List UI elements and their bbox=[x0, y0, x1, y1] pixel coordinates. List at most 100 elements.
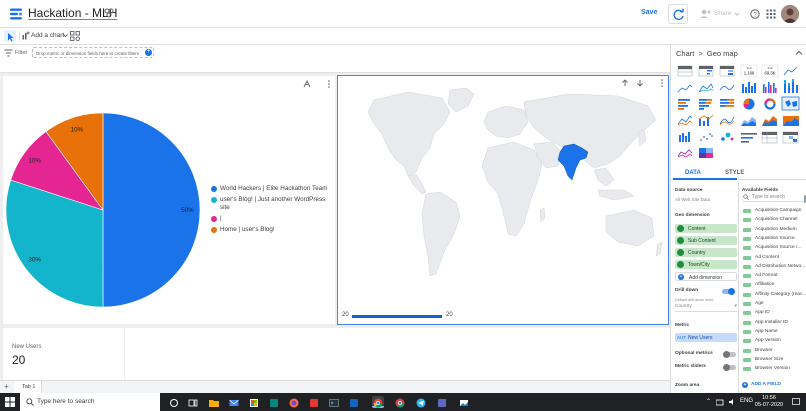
scorecard-new-users[interactable]: New Users 20 bbox=[3, 328, 124, 380]
available-field-item[interactable]: Affiliation bbox=[742, 280, 806, 289]
add-dimension-button[interactable]: + Add dimension bbox=[675, 272, 737, 281]
available-field-item[interactable]: Affinity Category (reac... bbox=[742, 290, 806, 299]
avatar[interactable] bbox=[781, 5, 799, 23]
pie-chart-card[interactable]: 50% 30% 10% 10% World Hackers | Elite Hacka… bbox=[3, 76, 335, 324]
chart-type-scorecard[interactable]: Total1,168 bbox=[740, 64, 758, 78]
add-page-icon[interactable]: + bbox=[4, 382, 9, 391]
chart-type-combo[interactable] bbox=[698, 114, 714, 126]
view-toggle-button[interactable] bbox=[668, 4, 688, 24]
chart-type-smoothed-line[interactable] bbox=[719, 116, 735, 126]
mail-icon[interactable] bbox=[228, 396, 240, 408]
chart-type-line[interactable] bbox=[677, 115, 693, 126]
chart-type-table[interactable] bbox=[677, 65, 693, 77]
field-search-input[interactable]: Type to search bbox=[742, 193, 804, 202]
tray-chevron-icon[interactable]: ⌃ bbox=[706, 398, 711, 405]
app-icon[interactable] bbox=[436, 396, 448, 408]
available-field-item[interactable]: Ad Format bbox=[742, 271, 806, 280]
available-field-item[interactable]: Acquisition Source /... bbox=[742, 243, 806, 252]
tab-data[interactable]: DATA bbox=[685, 170, 701, 176]
share-button[interactable]: Share bbox=[696, 5, 742, 23]
data-source-value[interactable]: All Web Site Data bbox=[675, 197, 710, 202]
app-icon[interactable] bbox=[308, 396, 320, 408]
chart-type-table-bars[interactable] bbox=[698, 65, 714, 77]
drill-icon[interactable] bbox=[303, 79, 311, 88]
more-vert-icon[interactable] bbox=[327, 80, 331, 88]
chrome-icon[interactable] bbox=[372, 396, 384, 408]
pie-slice[interactable] bbox=[10, 131, 104, 211]
firefox-icon[interactable] bbox=[288, 396, 300, 408]
legend-item[interactable]: user's Blog! | Just another WordPress si… bbox=[211, 196, 331, 212]
geo-dimension-chip[interactable]: Town/City bbox=[675, 260, 737, 269]
chart-type-treemap[interactable] bbox=[677, 149, 693, 158]
volume-icon[interactable] bbox=[728, 398, 736, 406]
chart-type-100-stacked-bar[interactable] bbox=[720, 99, 734, 107]
collapse-panel-icon[interactable] bbox=[795, 49, 803, 57]
add-filter-icon[interactable]: + bbox=[145, 49, 152, 56]
filter-drop-zone[interactable]: Drop metric or dimension fields here to … bbox=[32, 47, 154, 58]
available-field-item[interactable]: Acquisition Medium bbox=[742, 225, 806, 234]
legend-item[interactable]: | bbox=[211, 215, 331, 223]
chart-type-stacked-area[interactable] bbox=[762, 116, 777, 126]
chevron-down-icon[interactable] bbox=[734, 11, 740, 17]
taskbar-search-input[interactable]: Type here to search bbox=[20, 393, 160, 411]
available-field-item[interactable]: App Installer ID bbox=[742, 318, 806, 327]
chart-type-stacked-column[interactable] bbox=[784, 79, 798, 93]
chart-type-donut[interactable] bbox=[764, 98, 776, 110]
terminal-icon[interactable] bbox=[328, 396, 340, 408]
pie-slice[interactable] bbox=[102, 112, 201, 308]
data-studio-logo-icon[interactable] bbox=[9, 7, 23, 21]
chart-type-bullet[interactable] bbox=[741, 133, 757, 143]
telegram-icon[interactable] bbox=[415, 396, 427, 408]
chart-type-heatmap-table[interactable] bbox=[719, 65, 735, 77]
store-icon[interactable] bbox=[248, 396, 260, 408]
breadcrumb-root[interactable]: Chart bbox=[676, 49, 694, 58]
chart-type-scorecard-compact[interactable]: Total69.3K bbox=[761, 64, 779, 78]
geo-dimension-chip[interactable]: Content bbox=[675, 224, 737, 233]
chart-type-line-small[interactable] bbox=[783, 66, 798, 76]
chart-type-pivot-heatmap[interactable] bbox=[782, 131, 799, 144]
optional-metrics-toggle[interactable] bbox=[723, 350, 736, 358]
chart-type-geo-map[interactable] bbox=[781, 96, 800, 111]
available-field-item[interactable]: Acquisition Campaign bbox=[742, 206, 806, 215]
app-icon[interactable] bbox=[268, 396, 280, 408]
chart-type-stacked-column-large[interactable] bbox=[679, 132, 690, 142]
page-tab-1[interactable]: Tab 1 bbox=[14, 381, 42, 393]
pie-slice[interactable] bbox=[45, 112, 104, 211]
chart-type-bubble[interactable] bbox=[721, 132, 734, 141]
chart-type-smoothed-time-series[interactable] bbox=[719, 84, 735, 91]
available-field-item[interactable]: App ID bbox=[742, 308, 806, 317]
available-field-item[interactable]: Acquisition Channel bbox=[742, 215, 806, 224]
available-field-item[interactable]: App Version bbox=[742, 336, 806, 345]
pie-slice[interactable] bbox=[5, 179, 104, 308]
chart-type-sparkline[interactable] bbox=[698, 83, 714, 93]
drill-down-level-select[interactable]: Country ▾ bbox=[675, 304, 737, 312]
legend-item[interactable]: World Hackers | Elite Hackathon Team bbox=[211, 185, 331, 193]
metric-sliders-toggle[interactable] bbox=[723, 363, 736, 371]
legend-item[interactable]: Home | user's Blog! bbox=[211, 226, 331, 234]
app-icon[interactable] bbox=[348, 396, 360, 408]
taskbar-clock[interactable]: 10:56 05-07-2020 bbox=[752, 395, 786, 409]
available-field-item[interactable]: App Name bbox=[742, 327, 806, 336]
available-field-item[interactable]: Ad Distribution Netwo... bbox=[742, 262, 806, 271]
chart-type-gauge[interactable] bbox=[699, 148, 713, 158]
chart-type-bar[interactable] bbox=[678, 99, 690, 110]
taskview-icon[interactable] bbox=[187, 396, 199, 408]
save-button[interactable]: Save bbox=[641, 9, 657, 16]
tab-style[interactable]: STYLE bbox=[725, 170, 744, 176]
chart-type-area[interactable] bbox=[741, 117, 756, 126]
geo-dimension-chip[interactable]: Country bbox=[675, 248, 737, 257]
chart-type-grouped-column[interactable] bbox=[763, 82, 777, 93]
help-icon[interactable]: ? bbox=[750, 9, 760, 19]
chart-type-column[interactable] bbox=[742, 82, 756, 93]
community-visualizations-icon[interactable] bbox=[70, 31, 80, 41]
windows-start-icon[interactable] bbox=[5, 397, 15, 407]
chart-type-pivot-table[interactable] bbox=[761, 131, 778, 144]
chart-type-scatter[interactable] bbox=[700, 133, 713, 141]
available-field-item[interactable]: Acquisition Source bbox=[742, 234, 806, 243]
photos-icon[interactable] bbox=[458, 396, 470, 408]
geo-dimension-chip[interactable]: Sub Content bbox=[675, 236, 737, 245]
drill-down-toggle[interactable] bbox=[722, 287, 735, 295]
notifications-icon[interactable] bbox=[792, 398, 800, 406]
available-field-item[interactable]: Browser Version bbox=[742, 364, 806, 373]
geo-map-card[interactable]: 20 20 bbox=[337, 75, 669, 325]
